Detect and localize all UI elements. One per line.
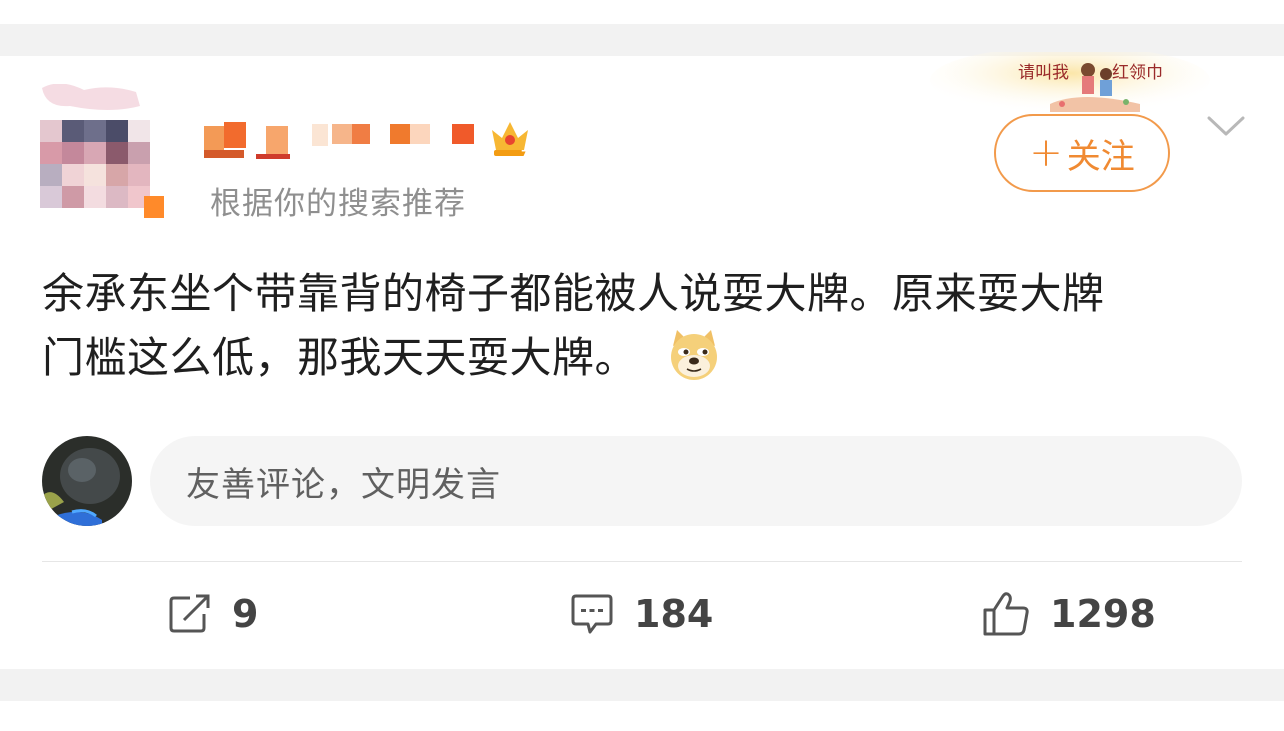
comment-placeholder: 友善评论，文明发言 xyxy=(186,464,501,505)
like-button[interactable]: 1298 xyxy=(982,588,1156,640)
comment-button[interactable]: 184 xyxy=(570,588,713,640)
repost-icon xyxy=(169,594,210,633)
divider xyxy=(42,561,1242,562)
follow-label: 关注 xyxy=(1066,136,1135,177)
card-decoration-banner: 请叫我 红领巾 xyxy=(930,52,1210,114)
banner-right-text: 红领巾 xyxy=(1112,63,1163,83)
author-name-redacted[interactable]: 7 xyxy=(204,116,544,162)
comment-icon xyxy=(571,594,613,634)
doge-emoji-icon xyxy=(670,330,717,380)
thumbs-up-icon xyxy=(983,592,1029,636)
svg-text:7: 7 xyxy=(521,148,529,161)
follow-button[interactable]: + 关注 xyxy=(994,114,1170,192)
plus-icon: + xyxy=(1029,130,1063,176)
recommendation-reason: 根据你的搜索推荐 xyxy=(210,186,466,222)
repost-count: 9 xyxy=(232,592,259,636)
post-text-line-1: 余承东坐个带靠背的椅子都能被人说耍大牌。原来耍大牌 xyxy=(42,269,1105,318)
banner-left-text: 请叫我 xyxy=(1018,63,1069,83)
like-count: 1298 xyxy=(1050,592,1156,636)
my-avatar[interactable] xyxy=(42,436,132,526)
post-content[interactable]: 余承东坐个带靠背的椅子都能被人说耍大牌。原来耍大牌 门槛这么低，那我天天耍大牌。 xyxy=(42,262,1242,390)
chevron-down-icon[interactable] xyxy=(1206,114,1246,140)
feed-gap-bottom xyxy=(0,669,1284,701)
post-text-line-2: 门槛这么低，那我天天耍大牌。 xyxy=(42,326,1242,390)
post-text-line-2-text: 门槛这么低，那我天天耍大牌。 xyxy=(42,333,638,382)
repost-button[interactable]: 9 xyxy=(168,588,258,640)
comment-count: 184 xyxy=(634,592,714,636)
author-avatar[interactable] xyxy=(40,84,168,224)
vip-crown-icon: 7 xyxy=(492,122,529,161)
comment-input[interactable]: 友善评论，文明发言 xyxy=(150,436,1242,526)
